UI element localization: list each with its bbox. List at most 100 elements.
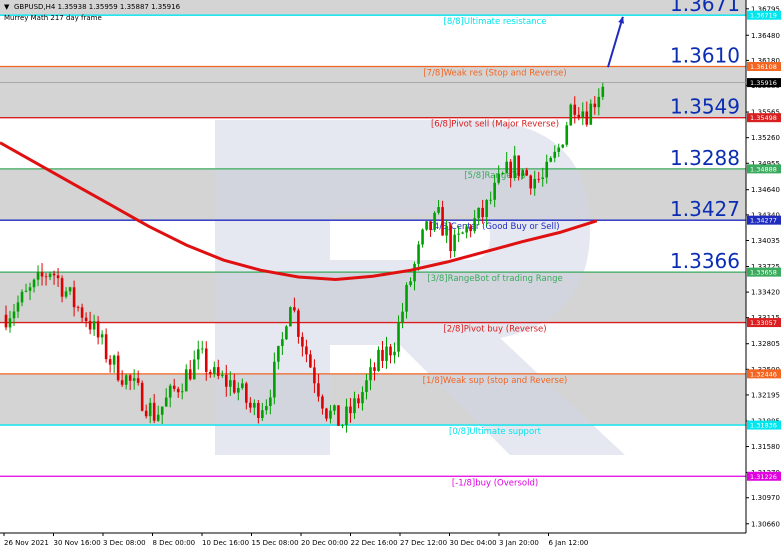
candle-body [229, 380, 232, 387]
chart-root: [8/8]Ultimate resistance [7/8]Weak res (S… [0, 0, 782, 552]
candle-body [120, 380, 124, 385]
level-label: [-1/8]buy (Oversold) [452, 478, 538, 488]
candle-body [140, 382, 144, 411]
candle-body [184, 369, 188, 392]
candle-body [297, 310, 300, 337]
candle-body [84, 317, 88, 321]
candle-body [577, 114, 581, 118]
candle-body [112, 355, 116, 365]
candle-body [128, 375, 132, 381]
candle-body [501, 173, 504, 174]
x-tick-label: 30 Dec 04:00 [450, 539, 497, 547]
candle-body [457, 233, 460, 235]
candle-body [385, 346, 388, 361]
candle-body [200, 348, 204, 350]
candle-body [237, 387, 240, 393]
candle-body [349, 406, 352, 414]
candle-body [132, 378, 136, 381]
candle-body [541, 177, 545, 179]
candle-body [525, 170, 528, 176]
level-label: [1/8]Weak sup (stop and Reverse) [423, 376, 568, 386]
candle-body [277, 345, 280, 362]
level-price-tag-text: 1.31226 [750, 473, 777, 481]
x-tick-label: 3 Dec 08:00 [103, 539, 146, 547]
candle-body [517, 155, 520, 176]
candle-body [553, 151, 557, 158]
candle-body [381, 349, 384, 361]
candle-body [224, 374, 228, 387]
candle-body [269, 397, 272, 406]
band [0, 66, 746, 118]
y-tick-label: 1.35260 [751, 134, 780, 142]
candle-body [212, 367, 216, 374]
candle-body [148, 402, 152, 417]
candle-body [96, 321, 100, 338]
candle-body [220, 374, 224, 376]
candle-body [8, 318, 12, 328]
candle-body [116, 355, 120, 381]
x-tick-label: 3 Jan 20:00 [499, 539, 539, 547]
candle-body [505, 161, 508, 174]
candle-body [493, 182, 496, 200]
band [0, 373, 746, 426]
symbol-line: GBPUSD,H4 1.35938 1.35959 1.35887 1.3591… [14, 3, 181, 11]
level-label: [0/8]Ultimate support [449, 427, 542, 437]
candle-body [88, 320, 92, 330]
candle-body [473, 218, 476, 232]
candle-body [104, 334, 108, 360]
candle-body [60, 278, 64, 297]
candle-body [529, 175, 533, 189]
candle-body [144, 410, 148, 417]
candle-body [601, 86, 605, 97]
indicator-line: Murrey Math 217 day frame [4, 14, 102, 22]
candle-body [40, 272, 44, 277]
level-price-tag-text: 1.33658 [750, 269, 777, 277]
candle-body [333, 405, 336, 411]
candle-body [369, 367, 372, 381]
y-tick-label: 1.34640 [751, 186, 780, 194]
candle-body [100, 334, 104, 338]
candle-body [445, 225, 448, 236]
candle-body [565, 125, 569, 145]
chart-svg: [8/8]Ultimate resistance [7/8]Weak res (S… [0, 0, 782, 552]
candle-body [305, 346, 308, 355]
x-tick-label: 8 Dec 00:00 [153, 539, 196, 547]
y-tick-label: 1.33420 [751, 289, 780, 297]
candle-body [377, 349, 380, 371]
candle-body [441, 207, 444, 236]
big-level-label: 1.3427 [670, 197, 740, 221]
y-tick-label: 1.31580 [751, 443, 780, 451]
candle-body [293, 307, 296, 311]
candle-body [313, 367, 316, 384]
candle-body [461, 232, 464, 234]
candle-body [561, 144, 565, 148]
candle-body [337, 405, 340, 426]
candle-body [72, 287, 76, 308]
candle-body [241, 383, 244, 388]
x-tick-label: 15 Dec 08:00 [252, 539, 299, 547]
candle-body [164, 397, 168, 407]
candle-body [341, 425, 344, 426]
candle-body [481, 207, 484, 218]
x-tick-label: 26 Nov 2021 [4, 539, 49, 547]
candle-body [329, 410, 332, 419]
candle-body [581, 111, 585, 118]
candle-body [401, 311, 404, 323]
level-price-tag-text: 1.33057 [750, 319, 777, 327]
level-price-tag-text: 1.31836 [750, 422, 777, 430]
candle-body [433, 212, 436, 230]
x-tick-label: 22 Dec 16:00 [351, 539, 398, 547]
candle-body [597, 96, 601, 108]
candle-body [421, 229, 424, 245]
candle-body [20, 291, 24, 303]
candle-body [261, 410, 264, 419]
candle-body [533, 178, 537, 189]
candle-body [361, 392, 364, 404]
candle-body [32, 279, 36, 288]
candle-body [180, 391, 184, 393]
candle-body [409, 281, 412, 286]
candle-body [136, 378, 140, 383]
candle-body [317, 383, 320, 397]
dropdown-triangle-icon[interactable]: ▼ [4, 3, 10, 11]
candle-body [365, 380, 368, 393]
